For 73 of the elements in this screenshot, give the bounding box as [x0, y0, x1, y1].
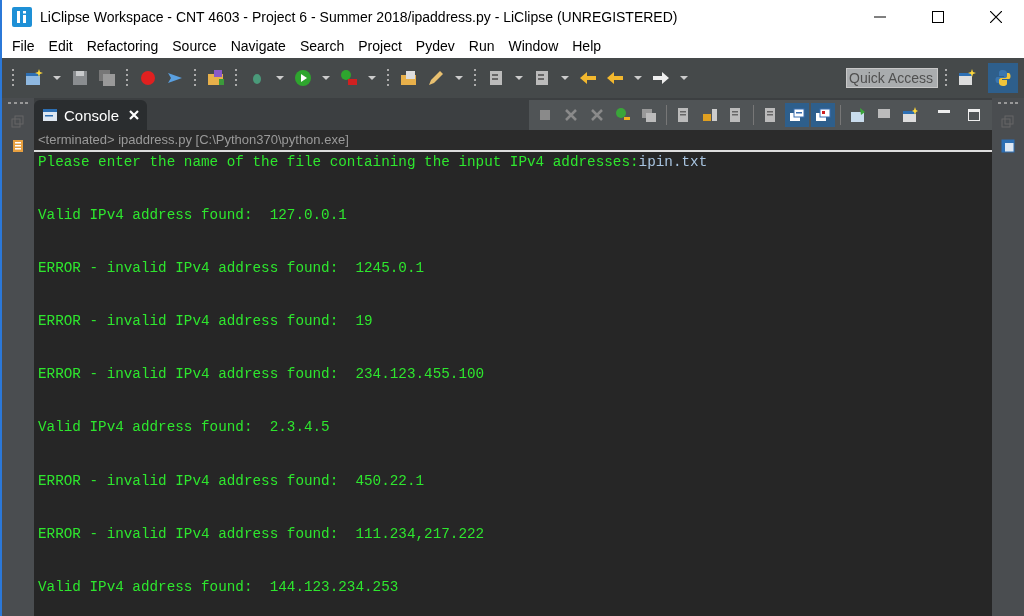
dropdown-caret-icon[interactable]: [634, 76, 642, 80]
console-output-line: Please enter the name of the file containing the input IPv4 addresses:: [38, 154, 639, 170]
app-logo-icon: [12, 6, 32, 27]
dropdown-caret-icon[interactable]: [680, 76, 688, 80]
maximize-icon[interactable]: [932, 10, 944, 23]
trim-grip-icon[interactable]: [8, 102, 28, 105]
menu-item[interactable]: Navigate: [230, 37, 286, 54]
toolbar-grip-icon[interactable]: [194, 69, 197, 87]
close-icon[interactable]: [990, 10, 1002, 23]
menu-item[interactable]: File: [12, 37, 35, 54]
close-icon: [563, 107, 579, 123]
message-icon: [789, 107, 805, 123]
open-file-icon[interactable]: [400, 69, 418, 87]
python-perspective-button[interactable]: [988, 63, 1018, 93]
console-icon: [42, 107, 58, 123]
console-tab[interactable]: Console: [34, 100, 148, 130]
dropdown-caret-icon[interactable]: [53, 76, 61, 80]
new-window-icon: [902, 107, 918, 123]
folder-icon[interactable]: [207, 69, 225, 87]
console-output-line: ERROR - invalid IPv4 address found: 1245.0.1: [38, 260, 425, 277]
console-output-line: Valid IPv4 address found: 127.0.0.1: [38, 207, 347, 224]
editor-area-icon[interactable]: [1001, 139, 1015, 153]
dropdown-caret-icon[interactable]: [276, 76, 284, 80]
quick-access-field[interactable]: Quick Access: [846, 68, 938, 88]
stacked-disks-icon[interactable]: [98, 69, 116, 87]
window-title: LiClipse Workspace - CNT 4603 - Project 6 - Summer 2018/ipaddress.py - LiClipse (UNREGISTERED): [40, 8, 678, 25]
toolbar-grip-icon[interactable]: [387, 69, 390, 87]
menu-item[interactable]: Window: [508, 37, 559, 54]
console-output-line: ERROR - invalid IPv4 address found: 19: [38, 313, 373, 330]
process-status-label: <terminated> ipaddress.py [C:\Python370\python.exe]: [34, 130, 992, 152]
python-logo-icon: [994, 69, 1012, 87]
new-window-icon[interactable]: [25, 69, 43, 87]
error-message-icon: [815, 107, 831, 123]
run-toolbox-icon[interactable]: [340, 69, 358, 87]
back-arrow-icon[interactable]: [606, 69, 624, 87]
open-perspective-icon[interactable]: [958, 69, 976, 87]
toolbar-grip-icon[interactable]: [235, 69, 238, 87]
menu-item[interactable]: Source: [172, 37, 217, 54]
message-button[interactable]: [785, 103, 809, 127]
relaunch-icon: [615, 107, 631, 123]
menu-item[interactable]: Help: [572, 37, 602, 54]
console-output-line: ERROR - invalid IPv4 address found: 450.22.1: [38, 472, 425, 489]
pencil-icon[interactable]: [427, 69, 445, 87]
console-output-line: ERROR - invalid IPv4 address found: 234.123.455.100: [38, 366, 485, 383]
back-arrow-icon[interactable]: [579, 69, 597, 87]
menu-item[interactable]: Pydev: [415, 37, 455, 54]
dropdown-caret-icon[interactable]: [561, 76, 569, 80]
console-output-line: ERROR - invalid IPv4 address found: 111.234,217.222: [38, 525, 485, 542]
menu-item[interactable]: Run: [468, 37, 495, 54]
console-output-line: Valid IPv4 address found: 2.3.4.5: [38, 419, 330, 436]
console-input-text: ipin.txt: [638, 154, 708, 170]
minimize-icon[interactable]: [938, 110, 950, 114]
close-all-icon: [589, 107, 605, 123]
toolbar-grip-icon[interactable]: [126, 69, 129, 87]
dropdown-caret-icon[interactable]: [322, 76, 330, 80]
menu-item[interactable]: Refactoring: [86, 37, 159, 54]
dropdown-caret-icon[interactable]: [515, 76, 523, 80]
toolbar-grip-icon[interactable]: [12, 69, 15, 87]
forward-arrow-icon[interactable]: [652, 69, 670, 87]
menu-item[interactable]: Project: [358, 37, 402, 54]
console-output-line: Valid IPv4 address found: 144.123.234.253: [38, 578, 399, 595]
dropdown-caret-icon[interactable]: [368, 76, 376, 80]
run-icon[interactable]: [294, 69, 312, 87]
menu-item[interactable]: Edit: [48, 37, 73, 54]
toolbar-grip-icon[interactable]: [945, 69, 948, 87]
menu-item[interactable]: Search: [299, 37, 345, 54]
outline-icon[interactable]: [11, 139, 25, 153]
copy-icon: [641, 107, 657, 123]
toolbar-grip-icon[interactable]: [474, 69, 477, 87]
error-message-button[interactable]: [811, 103, 835, 127]
trim-grip-icon[interactable]: [998, 102, 1018, 105]
stop-icon: [537, 107, 553, 123]
dropdown-caret-icon[interactable]: [455, 76, 463, 80]
